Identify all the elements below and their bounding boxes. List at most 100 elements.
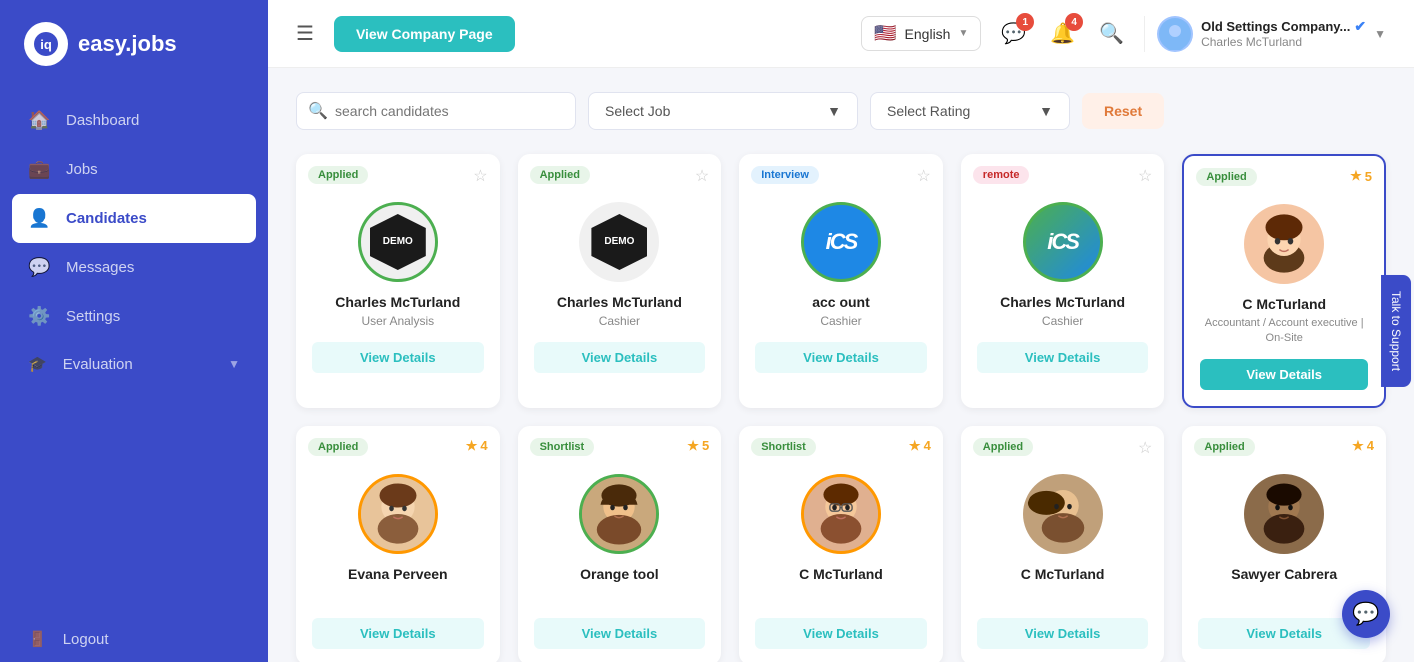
view-details-button[interactable]: View Details [755,342,927,373]
menu-button[interactable]: ☰ [296,21,314,46]
favorite-icon[interactable]: ☆ [1138,166,1152,186]
settings-icon: ⚙️ [28,306,50,327]
candidate-card: remote☆iCSCharles McTurlandCashierView D… [961,154,1165,408]
company-dropdown-icon[interactable]: ▼ [1374,27,1386,41]
candidate-avatar [1244,474,1324,554]
chat-badge: 1 [1016,13,1034,31]
candidate-name: C McTurland [799,566,883,582]
language-selector[interactable]: 🇺🇸 English ▼ [861,16,981,51]
candidate-avatar [801,474,881,554]
candidate-avatar: DEMO [358,202,438,282]
favorite-icon[interactable]: ☆ [695,166,709,186]
candidate-tag: Shortlist [751,438,816,456]
candidate-tag: Shortlist [530,438,595,456]
candidate-avatar [1023,474,1103,554]
messages-icon: 💬 [28,257,50,278]
view-details-button[interactable]: View Details [534,618,706,649]
sidebar-item-dashboard[interactable]: 🏠 Dashboard [0,96,268,145]
search-input-wrap: 🔍 [296,92,576,130]
sidebar-label-settings: Settings [66,308,120,325]
candidate-name: C McTurland [1242,296,1326,312]
logo-icon: iq [24,22,68,66]
sidebar-label-candidates: Candidates [66,210,147,227]
header: ☰ View Company Page 🇺🇸 English ▼ 💬 1 🔔 4… [268,0,1414,68]
candidate-job: Cashier [599,314,640,328]
verified-icon: ✔ [1354,18,1366,35]
view-details-button[interactable]: View Details [755,618,927,649]
candidate-card: Applied ★4 Evana Perveen View Details [296,426,500,662]
sidebar-item-settings[interactable]: ⚙️ Settings [0,292,268,341]
view-details-button[interactable]: View Details [1200,359,1368,390]
language-label: English [905,26,951,42]
candidate-card: Applied ★5 C McTurland Accountant / Accoun… [1182,154,1386,408]
candidate-rating: ★4 [466,438,488,454]
chat-icon-button[interactable]: 💬 1 [997,17,1030,50]
candidate-name: Sawyer Cabrera [1231,566,1337,582]
sidebar-item-messages[interactable]: 💬 Messages [0,243,268,292]
candidate-avatar: iCS [1023,202,1103,282]
sidebar-label-messages: Messages [66,259,134,276]
reset-button[interactable]: Reset [1082,93,1164,129]
search-header-button[interactable]: 🔍 [1095,17,1128,50]
candidate-name: Charles McTurland [335,294,460,310]
sidebar: iq easy.jobs 🏠 Dashboard 💼 Jobs 👤 Candid… [0,0,268,662]
candidate-tag: Interview [751,166,819,184]
candidate-tag: remote [973,166,1030,184]
candidate-job: Cashier [1042,314,1083,328]
search-input[interactable] [296,92,576,130]
sidebar-item-logout[interactable]: 🚪 Logout [0,616,268,662]
candidate-avatar [358,474,438,554]
select-rating-dropdown[interactable]: Select Rating ▼ [870,92,1070,130]
search-icon: 🔍 [308,101,328,121]
candidate-card: Applied☆DEMOCharles McTurlandCashierView… [518,154,722,408]
sidebar-label-dashboard: Dashboard [66,112,139,129]
candidate-name: Orange tool [580,566,659,582]
candidate-tag: Applied [308,166,368,184]
home-icon: 🏠 [28,110,50,131]
favorite-icon[interactable]: ☆ [473,166,487,186]
search-bar: 🔍 Select Job ▼ Select Rating ▼ Reset [296,92,1386,130]
candidate-job: Accountant / Account executive | On-Site [1200,316,1368,347]
chat-support-bubble[interactable]: 💬 [1342,590,1390,638]
favorite-icon[interactable]: ☆ [916,166,930,186]
candidate-avatar: DEMO [579,202,659,282]
select-rating-chevron: ▼ [1039,103,1053,119]
sidebar-item-jobs[interactable]: 💼 Jobs [0,145,268,194]
candidate-name: Evana Perveen [348,566,448,582]
candidate-card: Applied☆DEMOCharles McTurlandUser Analys… [296,154,500,408]
candidate-name: acc ount [812,294,870,310]
candidate-card: Shortlist★4 C McTurlandView Details [739,426,943,662]
view-details-button[interactable]: View Details [312,618,484,649]
view-details-button[interactable]: View Details [977,618,1149,649]
candidate-tag: Applied [1196,168,1256,186]
candidate-rating: ★5 [1350,168,1372,184]
sidebar-item-candidates[interactable]: 👤 Candidates [12,194,256,243]
company-details: Old Settings Company... ✔ Charles McTurl… [1201,18,1366,49]
notification-badge: 4 [1065,13,1083,31]
candidate-avatar [1244,204,1324,284]
favorite-icon[interactable]: ☆ [1138,438,1152,458]
candidate-tag: Applied [308,438,368,456]
sidebar-nav: 🏠 Dashboard 💼 Jobs 👤 Candidates 💬 Messag… [0,88,268,616]
candidate-card: Shortlist ★5 Orange tool View Details [518,426,722,662]
notification-bell-button[interactable]: 🔔 4 [1046,17,1079,50]
talk-to-support[interactable]: Talk to Support [1381,275,1411,387]
select-job-label: Select Job [605,103,670,119]
company-user: Charles McTurland [1201,35,1366,49]
candidate-card: Applied☆ C McTurlandView Details [961,426,1165,662]
candidate-rating: ★5 [687,438,709,454]
candidate-card: Interview☆iCSacc ountCashierView Details [739,154,943,408]
candidate-rating: ★4 [1352,438,1374,454]
view-details-button[interactable]: View Details [977,342,1149,373]
chevron-down-icon: ▼ [228,357,240,371]
svg-text:iq: iq [40,37,52,52]
view-details-button[interactable]: View Details [534,342,706,373]
sidebar-item-evaluation[interactable]: 🎓 Evaluation ▼ [0,341,268,387]
sidebar-logo: iq easy.jobs [0,0,268,88]
select-job-chevron: ▼ [827,103,841,119]
evaluation-icon: 🎓 [28,355,47,373]
chat-bubble-icon: 💬 [1352,601,1379,627]
view-details-button[interactable]: View Details [312,342,484,373]
view-company-button[interactable]: View Company Page [334,16,515,52]
select-job-dropdown[interactable]: Select Job ▼ [588,92,858,130]
